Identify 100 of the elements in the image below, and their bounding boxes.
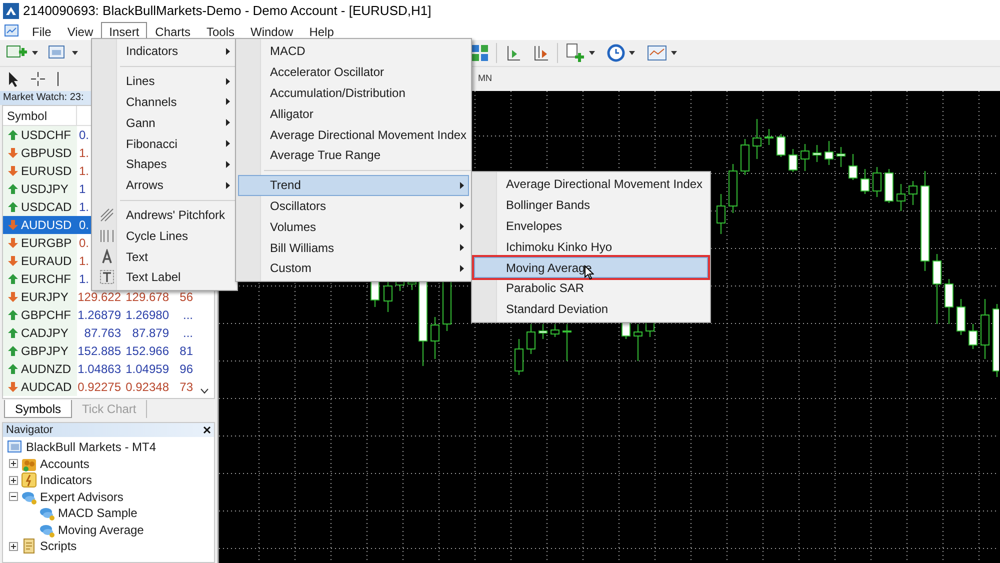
tree-item[interactable]: Accounts	[40, 454, 90, 473]
expand-icon[interactable]	[9, 476, 18, 485]
lightning-icon	[21, 472, 37, 488]
menu-item[interactable]: View	[59, 22, 102, 40]
candlestick	[872, 166, 882, 198]
menu-item[interactable]: Bill Williams	[238, 237, 469, 258]
symbol-cell-text: EURUSD	[21, 163, 72, 180]
menu-item[interactable]: Envelopes	[474, 216, 708, 236]
tile-windows-icon[interactable]	[471, 44, 489, 62]
add-indicator-icon[interactable]	[565, 43, 585, 63]
menu-item[interactable]: Volumes	[238, 216, 469, 238]
menu-item[interactable]: Help	[301, 22, 342, 40]
price-cell-text: 1.04863	[77, 361, 122, 378]
chart-window-icon[interactable]	[4, 24, 20, 38]
price-cell-text: 1.04959	[124, 361, 170, 378]
menu-item[interactable]: Text Label	[94, 266, 235, 288]
candlestick	[908, 180, 918, 206]
menu-item[interactable]: Parabolic SAR	[474, 278, 708, 299]
menu-item[interactable]: Channels	[94, 92, 235, 112]
caret-icon[interactable]	[32, 51, 38, 55]
candlestick	[776, 134, 786, 158]
price-cell-text: 1.26980	[124, 307, 170, 324]
menu-item[interactable]: Custom	[238, 258, 469, 279]
menu-item[interactable]: Cycle Lines	[94, 225, 235, 246]
symbol-cell-text: EURAUD	[21, 253, 72, 270]
menu-item[interactable]: Indicators	[94, 41, 235, 62]
menu-item[interactable]: Average True Range	[238, 144, 469, 166]
column-header[interactable]: Symbol	[3, 106, 77, 125]
candlestick	[848, 154, 858, 180]
candlestick	[836, 146, 846, 168]
menu-item[interactable]: Window	[242, 22, 302, 40]
menu-item[interactable]: Andrews' Pitchfork	[94, 204, 235, 226]
tree-item[interactable]: Indicators	[40, 471, 92, 490]
candlestick	[634, 324, 642, 362]
candlestick	[932, 254, 942, 324]
menu-item[interactable]: Gann	[94, 112, 235, 134]
menu-item[interactable]: MACD	[238, 41, 469, 62]
candlestick	[860, 168, 870, 194]
vertical-line-icon[interactable]	[56, 71, 60, 87]
candlestick	[716, 194, 726, 234]
candlestick	[752, 118, 762, 160]
menu-item[interactable]: Lines	[94, 70, 235, 92]
menu-item[interactable]: Average Directional Movement Index	[238, 124, 469, 145]
caret-icon[interactable]	[72, 51, 78, 55]
price-cell-text: 87.763	[83, 325, 122, 342]
template-icon[interactable]	[647, 45, 667, 61]
expand-icon[interactable]	[9, 459, 18, 468]
period-button[interactable]: MN	[476, 72, 494, 86]
tree-item[interactable]: Expert Advisors	[40, 488, 124, 506]
menu-item[interactable]: Shapes	[94, 154, 235, 175]
crosshair-icon[interactable]	[30, 71, 46, 87]
tree-item[interactable]: BlackBull Markets - MT4	[26, 438, 156, 456]
close-icon[interactable]	[203, 426, 211, 434]
symbol-cell-text: CADJPY	[21, 325, 68, 342]
symbol-cell-text: EURJPY	[21, 289, 68, 306]
collapse-icon[interactable]	[9, 492, 18, 502]
candlestick	[740, 138, 750, 176]
menu-item[interactable]: File	[24, 22, 60, 40]
menu-item[interactable]: Accelerator Oscillator	[238, 62, 469, 83]
up-arrow-icon	[8, 130, 18, 140]
menu-item[interactable]: Charts	[147, 22, 198, 40]
submenu-arrow-icon	[226, 182, 230, 189]
price-cell-text: 87.879	[131, 325, 170, 342]
menu-item[interactable]: Bollinger Bands	[474, 194, 708, 216]
tree-item[interactable]: MACD Sample	[58, 504, 138, 522]
scroll-down-icon[interactable]	[200, 388, 209, 394]
candlestick	[968, 324, 978, 350]
price-cell-text: 0.	[78, 217, 90, 234]
menu-item[interactable]: Accumulation/Distribution	[238, 82, 469, 104]
menu-item[interactable]: Ichimoku Kinko Hyo	[474, 236, 708, 258]
panel-tab[interactable]: Symbols	[4, 400, 72, 418]
menu-item[interactable]: Text	[94, 246, 235, 267]
app-logo-icon	[3, 3, 19, 19]
menu-item[interactable]: Alligator	[238, 103, 469, 124]
candlestick	[896, 184, 906, 212]
submenu-arrow-icon	[460, 182, 464, 189]
menu-item[interactable]: Standard Deviation	[474, 298, 708, 320]
tree-item[interactable]: Scripts	[40, 537, 77, 556]
menu-item[interactable]: Arrows	[94, 174, 235, 196]
candlestick	[944, 278, 954, 324]
candlestick	[884, 168, 894, 204]
menu-item[interactable]: Fibonacci	[94, 133, 235, 154]
menu-item[interactable]: Average Directional Movement Index	[474, 174, 708, 195]
auto-scroll-icon[interactable]	[532, 44, 550, 62]
menu-item[interactable]: Tools	[198, 22, 243, 40]
price-cell-text: 0.	[78, 235, 90, 252]
caret-icon[interactable]	[671, 51, 677, 55]
price-cell-text: ...	[182, 325, 194, 342]
menu-item[interactable]: Trend	[238, 174, 469, 196]
submenu-arrow-icon	[460, 244, 464, 252]
menu-item[interactable]: Oscillators	[238, 196, 469, 216]
caret-icon[interactable]	[589, 51, 595, 55]
caret-icon[interactable]	[629, 51, 635, 55]
candlestick	[538, 324, 548, 340]
expand-icon[interactable]	[9, 542, 18, 551]
symbol-cell-text: USDCAD	[21, 199, 72, 216]
tree-item[interactable]: Moving Average	[58, 520, 144, 539]
cursor-arrow-icon[interactable]	[8, 71, 20, 87]
candlestick	[550, 324, 560, 338]
clock-icon[interactable]	[607, 44, 625, 62]
